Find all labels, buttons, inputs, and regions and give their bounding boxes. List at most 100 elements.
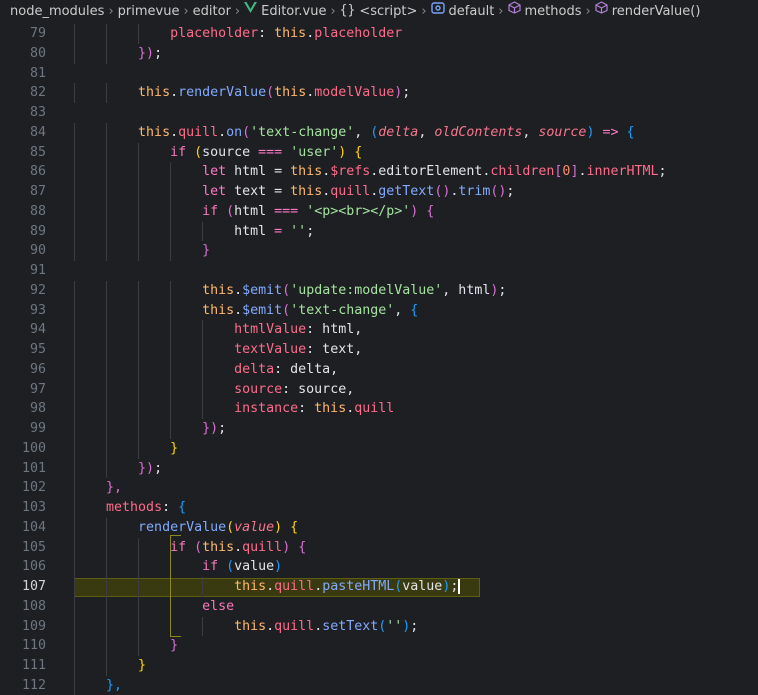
- code-line[interactable]: 103 methods: {: [0, 498, 758, 518]
- code-line[interactable]: 88 if (html === '<p><br></p>') {: [0, 201, 758, 222]
- code-token: :: [258, 26, 275, 41]
- line-number: 105: [21, 539, 46, 555]
- code-line[interactable]: 108 else: [0, 596, 758, 617]
- code-token: :: [298, 401, 315, 417]
- code-editor[interactable]: 79 placeholder: this.placeholder 80 }); 81…: [0, 24, 758, 695]
- code-line[interactable]: 104 renderValue(value) {: [0, 517, 758, 538]
- code-line[interactable]: 93 this.$emit('text-change', {: [0, 300, 758, 321]
- code-token: html: [234, 203, 267, 219]
- code-token: }): [138, 460, 155, 476]
- breadcrumb-item[interactable]: methods: [507, 0, 581, 24]
- code-line[interactable]: 87 let text = this.quill.getText().trim(…: [0, 182, 758, 202]
- code-line[interactable]: 106 if (value): [0, 557, 758, 577]
- line-number: 88: [29, 203, 46, 219]
- code-line[interactable]: 79 placeholder: this.placeholder: [0, 24, 758, 44]
- code-token: $emit: [242, 302, 283, 318]
- code-line[interactable]: 95 textValue: text,: [0, 340, 758, 360]
- code-token: innerHTML: [586, 164, 659, 180]
- line-number: 91: [29, 263, 46, 278]
- code-line[interactable]: 94 htmlValue: html,: [0, 320, 758, 340]
- code-token: .: [234, 282, 243, 298]
- code-token: ): [274, 559, 283, 575]
- code-token: (: [282, 302, 291, 318]
- code-line[interactable]: 96 delta: delta,: [0, 359, 758, 380]
- code-text: else: [74, 597, 234, 617]
- code-token: setText: [322, 618, 379, 634]
- code-token: renderValue: [138, 519, 227, 535]
- breadcrumb-label: Editor.vue: [261, 4, 327, 19]
- cube-icon: [595, 0, 608, 23]
- code-line[interactable]: 111 }: [0, 656, 758, 676]
- breadcrumb-item[interactable]: editor: [193, 0, 231, 24]
- code-line[interactable]: 80 });: [0, 43, 758, 64]
- code-token: this: [290, 164, 323, 180]
- code-line[interactable]: 102 },: [0, 478, 758, 498]
- code-token: ===: [266, 203, 307, 219]
- code-token: this: [234, 579, 267, 594]
- code-token: =: [266, 223, 291, 239]
- vue-icon: [244, 0, 258, 23]
- code-token: .: [306, 26, 315, 41]
- breadcrumb-item[interactable]: renderValue(): [595, 0, 700, 24]
- code-line[interactable]: 81: [0, 64, 758, 84]
- code-line[interactable]: 85 if (source === 'user') {: [0, 142, 758, 163]
- code-token: {: [298, 539, 307, 555]
- code-line[interactable]: 86 let html = this.$refs.editorElement.c…: [0, 162, 758, 182]
- code-token: {: [290, 519, 299, 535]
- code-line[interactable]: 110 }: [0, 636, 758, 656]
- code-token: .: [266, 579, 275, 594]
- code-line[interactable]: 109 this.quill.setText('');: [0, 616, 758, 637]
- code-token: source: [202, 144, 251, 160]
- code-token: }: [138, 658, 147, 673]
- code-token: ,: [354, 124, 371, 140]
- code-token: {: [626, 124, 635, 140]
- code-token: placeholder: [314, 26, 403, 41]
- code-text: methods: {: [74, 498, 186, 518]
- code-token: renderValue: [178, 85, 267, 101]
- code-line[interactable]: 99 });: [0, 419, 758, 439]
- code-token: (: [282, 282, 291, 298]
- code-token: }: [202, 243, 211, 259]
- code-line[interactable]: 107 this.quill.pasteHTML(value);: [0, 577, 758, 597]
- code-token: delta: [234, 361, 275, 377]
- breadcrumb-item[interactable]: primevue: [118, 0, 180, 24]
- cube-icon: [507, 0, 521, 23]
- braces-icon: {}: [339, 2, 356, 18]
- line-number: 86: [29, 164, 46, 180]
- breadcrumb-item[interactable]: Editor.vue: [244, 0, 326, 24]
- breadcrumb-item[interactable]: {} <script>: [340, 0, 418, 24]
- code-line[interactable]: 92 this.$emit('update:modelValue', html)…: [0, 280, 758, 301]
- code-token: value: [234, 519, 275, 535]
- code-line[interactable]: 101 });: [0, 458, 758, 479]
- line-number: 112: [21, 677, 46, 693]
- line-number: 96: [29, 361, 46, 377]
- code-token: this: [290, 184, 323, 199]
- code-line[interactable]: 100 }: [0, 438, 758, 459]
- code-token: this: [274, 26, 307, 41]
- code-text: this.renderValue(this.modelValue);: [74, 83, 410, 103]
- code-token: ;: [498, 282, 507, 298]
- breadcrumb-item[interactable]: node_modules: [10, 0, 104, 24]
- code-line[interactable]: 112 },: [0, 675, 758, 695]
- code-text: }: [74, 636, 178, 656]
- code-line[interactable]: 98 instance: this.quill: [0, 399, 758, 419]
- breadcrumb-item[interactable]: default: [430, 0, 494, 24]
- code-text: this.quill.pasteHTML(value);: [74, 577, 460, 597]
- code-line[interactable]: 84 this.quill.on('text-change', (delta, …: [0, 122, 758, 143]
- code-line[interactable]: 82 this.renderValue(this.modelValue);: [0, 83, 758, 103]
- code-line[interactable]: 97 source: source,: [0, 379, 758, 400]
- code-line[interactable]: 83: [0, 103, 758, 123]
- code-token: source: [234, 381, 283, 397]
- code-text: source: source,: [74, 380, 354, 400]
- line-number: 80: [29, 45, 46, 61]
- code-token: this: [202, 302, 235, 318]
- code-line[interactable]: 91: [0, 261, 758, 281]
- code-line[interactable]: 90 }: [0, 241, 758, 261]
- code-line[interactable]: 105 if (this.quill) {: [0, 537, 758, 558]
- code-line[interactable]: 89 html = '';: [0, 221, 758, 242]
